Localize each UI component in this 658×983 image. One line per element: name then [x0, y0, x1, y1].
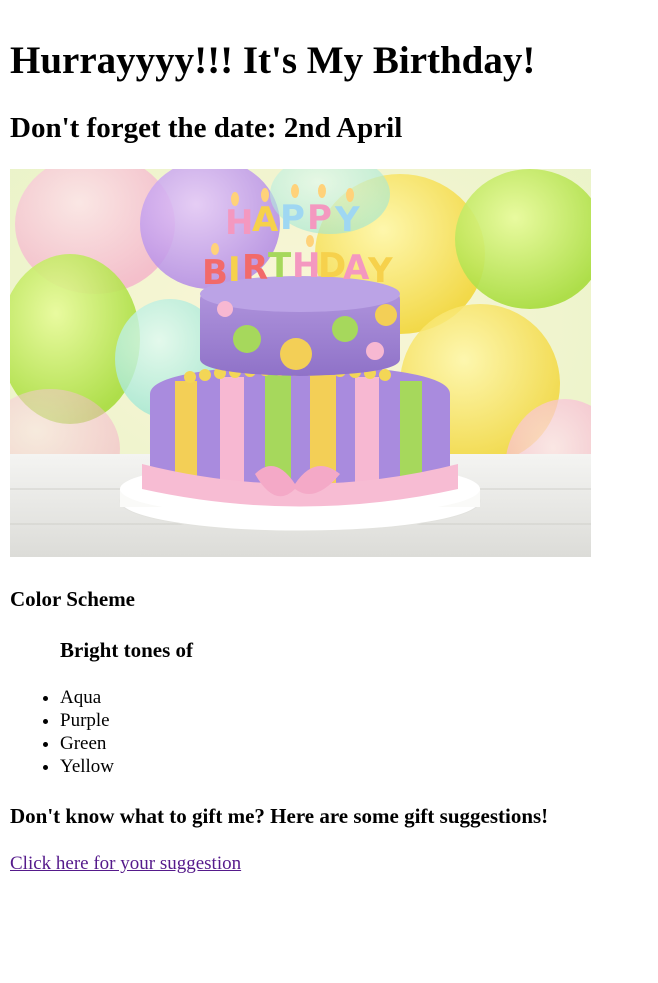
gift-heading: Don't know what to gift me? Here are som… [10, 804, 549, 828]
suggestion-link[interactable]: Click here for your suggestion [10, 852, 241, 875]
list-item: Green [60, 732, 114, 755]
svg-text:P: P [280, 198, 305, 238]
page-subtitle: Don't forget the date: 2nd April [10, 112, 403, 144]
birthday-cake-image: H A P P Y B I R T H D A Y [10, 169, 591, 557]
svg-text:A: A [343, 248, 370, 288]
cake-illustration: H A P P Y B I R T H D A Y [10, 169, 591, 557]
color-scheme-subheading: Bright tones of [60, 638, 193, 662]
svg-text:R: R [242, 248, 268, 288]
svg-text:Y: Y [334, 200, 360, 240]
svg-text:P: P [307, 198, 332, 238]
page-title: Hurrayyyy!!! It's My Birthday! [10, 39, 536, 82]
color-scheme-heading: Color Scheme [10, 587, 136, 611]
color-list: Aqua Purple Green Yellow [0, 686, 114, 778]
svg-text:A: A [252, 200, 279, 240]
svg-text:D: D [318, 246, 346, 286]
list-item: Aqua [60, 686, 114, 709]
svg-text:H: H [225, 203, 253, 243]
svg-text:Y: Y [367, 251, 393, 291]
svg-text:I: I [228, 250, 241, 290]
list-item: Yellow [60, 755, 114, 778]
svg-text:B: B [202, 253, 228, 293]
svg-text:T: T [268, 246, 292, 286]
svg-text:H: H [292, 246, 320, 286]
list-item: Purple [60, 709, 114, 732]
